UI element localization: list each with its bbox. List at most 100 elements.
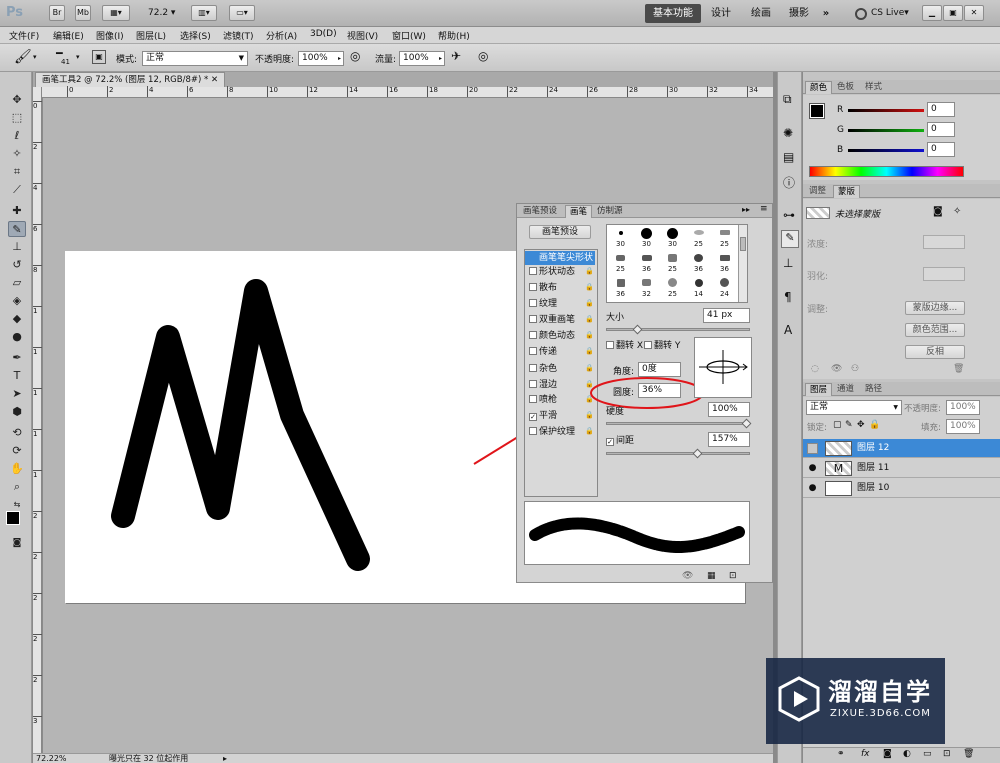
workspace-essentials[interactable]: 基本功能 [645,4,701,23]
shape-tool-icon[interactable]: ⬢ [8,404,26,420]
blend-mode-select[interactable]: 正常 ▼ [806,400,902,415]
pressure-opacity-icon[interactable]: ◎ [350,49,360,63]
stamp-tool-icon[interactable]: ⊥ [8,239,26,255]
move-tool-icon[interactable]: ✥ [8,92,26,108]
mini-bridge-button[interactable]: Mb [75,5,91,21]
channel-g-field[interactable]: 0 [927,122,955,137]
dodge-tool-icon[interactable]: ● [8,329,26,345]
brush-tip-cell[interactable]: 24 [712,276,737,298]
link-layers-icon[interactable]: ⚭ [837,749,845,759]
tab-swatches[interactable]: 色板 [833,81,858,94]
brush-panel-toggle-icon[interactable]: ▣ [92,50,106,64]
tab-brush-presets[interactable]: 画笔预设 [519,205,561,218]
delete-layer-icon[interactable]: 🗑 [963,749,974,759]
option-scattering[interactable]: 散布 🔒 [525,281,595,295]
menu-image[interactable]: 图像(I) [96,29,124,42]
checkbox[interactable] [606,341,614,349]
new-brush-icon[interactable]: ⊡ [729,571,737,581]
minimize-button[interactable]: ▁ [922,5,942,21]
brush-presets-button[interactable]: 画笔预设 [529,225,591,239]
type-tool-icon[interactable]: T [8,368,26,384]
new-group-icon[interactable]: ▭ [923,749,932,759]
workspace-design[interactable]: 设计 [704,4,738,23]
brush-tip-cell[interactable]: 30 [634,226,659,248]
checkbox[interactable] [529,299,537,307]
checkbox[interactable] [529,331,537,339]
menu-help[interactable]: 帮助(H) [438,29,470,42]
blur-tool-icon[interactable]: ◆ [8,311,26,327]
lock-icon[interactable]: 🔒 [585,411,594,420]
option-color-dynamics[interactable]: 颜色动态 🔒 [525,329,595,343]
panel-menu-icon[interactable]: ≡ [760,204,768,214]
lock-all-icon[interactable]: 🔒 [869,420,880,430]
checkbox[interactable] [529,395,537,403]
hardness-slider[interactable] [606,418,752,429]
tool-presets-icon[interactable]: ⊶ [783,208,795,222]
brush-tip-cell[interactable]: 36 [634,251,659,273]
lock-icon[interactable]: 🔒 [585,427,594,436]
lock-position-icon[interactable]: ✥ [857,420,865,430]
checkbox[interactable] [529,427,537,435]
new-layer-icon[interactable]: ⊡ [943,749,951,759]
option-brush-tip-shape[interactable]: 画笔笔尖形状 [525,251,595,265]
brush-angle-icon[interactable] [695,338,751,397]
brush-picker-arrow-icon[interactable]: ▾ [76,53,80,61]
spacing-slider-knob[interactable] [692,448,703,459]
tab-clone-source[interactable]: 仿制源 [593,205,627,218]
crop-tool-icon[interactable]: ⌗ [8,164,26,180]
eyedropper-tool-icon[interactable]: ⟋ [8,182,26,198]
channel-g-slider[interactable] [848,129,924,132]
scrollbar-thumb[interactable] [740,237,746,251]
size-field[interactable]: 41 px [703,308,750,323]
add-mask-icon[interactable]: ◙ [883,749,892,759]
brush-tip-grid[interactable]: 30 30 30 25 25 25 36 25 36 36 36 32 25 1… [606,224,748,303]
marquee-tool-icon[interactable]: ⬚ [8,110,26,126]
view-extras-button[interactable]: ▦▾ [102,5,130,21]
eye-icon[interactable]: ● [807,463,818,474]
view-mask-icon[interactable]: 👁 [831,364,842,374]
lock-icon[interactable]: 🔒 [585,299,594,308]
feather-field[interactable] [923,267,965,281]
brush-tip-scrollbar[interactable] [738,225,747,302]
delete-mask-icon[interactable]: 🗑 [953,364,964,374]
channel-r-slider[interactable] [848,109,924,112]
selection-icon[interactable]: ◌ [811,364,819,374]
path-select-tool-icon[interactable]: ➤ [8,386,26,402]
option-protect-texture[interactable]: 保护纹理 🔒 [525,425,595,439]
paragraph-icon[interactable]: ¶ [784,290,792,304]
density-field[interactable] [923,235,965,249]
opacity-field[interactable]: 100% ▸ [298,51,344,66]
checkbox[interactable] [529,380,537,388]
brush-tip-cell[interactable]: 36 [712,251,737,273]
tool-preset-arrow-icon[interactable]: ▾ [33,53,37,61]
brush-tip-cell[interactable]: 25 [712,226,737,248]
spacing-toggle[interactable]: ✓ 间距 [606,433,634,446]
spacing-field[interactable]: 157% [708,432,750,447]
tab-styles[interactable]: 样式 [861,81,886,94]
menu-file[interactable]: 文件(F) [9,29,39,42]
hardness-slider-knob[interactable] [741,418,752,429]
angle-roundness-preview[interactable] [694,337,752,398]
menu-3d[interactable]: 3D(D) [310,29,337,39]
layer-name[interactable]: 图层 10 [857,479,889,498]
screen-mode-button[interactable]: ▭▾ [229,5,255,21]
paint-bucket-tool-icon[interactable]: ◈ [8,293,26,309]
option-texture[interactable]: 纹理 🔒 [525,297,595,311]
angle-field[interactable]: 0度 [638,362,681,377]
checkbox[interactable] [529,267,537,275]
info-icon[interactable]: ⓘ [783,174,795,191]
eraser-tool-icon[interactable]: ▱ [8,275,26,291]
lock-icon[interactable]: 🔒 [585,331,594,340]
tab-brush[interactable]: 画笔 [565,205,593,218]
option-airbrush[interactable]: 喷枪 🔒 [525,393,595,407]
clone-source-icon[interactable]: ⊥ [783,256,793,270]
close-tab-icon[interactable]: ✕ [211,75,218,85]
pixel-mask-icon[interactable]: ◙ [933,206,943,217]
arrange-documents-button[interactable]: ▥▾ [191,5,217,21]
histogram-icon[interactable]: ▤ [783,150,794,164]
layer-opacity-field[interactable]: 100% [946,400,980,415]
workspace-painting[interactable]: 绘画 [742,4,780,23]
quick-select-tool-icon[interactable]: ✧ [8,146,26,162]
foreground-color-swatch[interactable] [6,511,20,525]
lock-icon[interactable]: 🔒 [585,364,594,373]
